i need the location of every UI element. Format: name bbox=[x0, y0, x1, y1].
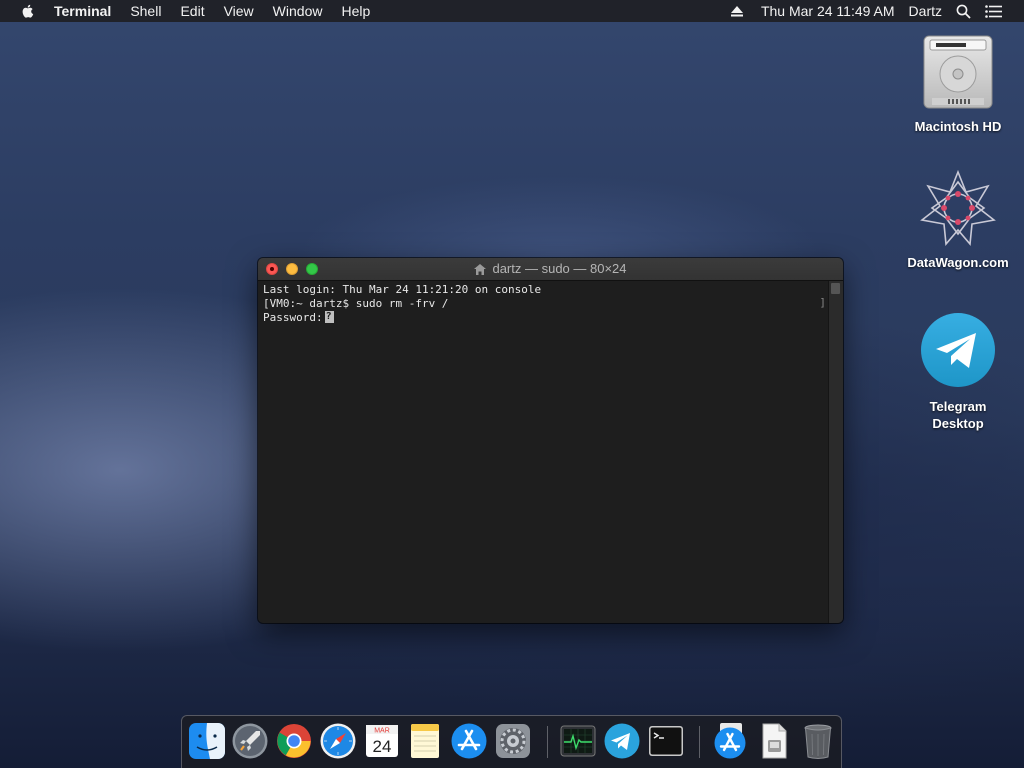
dock-item-telegram[interactable] bbox=[603, 722, 641, 760]
datawagon-icon bbox=[918, 168, 998, 248]
activity-monitor-icon bbox=[560, 725, 596, 757]
apple-logo-icon[interactable] bbox=[20, 3, 36, 19]
finder-icon bbox=[189, 723, 225, 759]
app-store-icon bbox=[714, 723, 746, 759]
svg-text:24: 24 bbox=[373, 737, 392, 756]
dock-separator bbox=[547, 726, 548, 758]
hard-drive-icon bbox=[918, 32, 998, 112]
password-prompt: Password: bbox=[263, 311, 323, 324]
terminal-titlebar[interactable]: dartz — sudo — 80×24 bbox=[258, 258, 843, 281]
line-bracket-mark: ] bbox=[819, 296, 826, 309]
notes-icon bbox=[411, 724, 439, 758]
menu-bar: Terminal Shell Edit View Window Help Thu… bbox=[0, 0, 1024, 22]
desktop-icon-telegram-desktop[interactable]: Telegram Desktop bbox=[898, 310, 1018, 432]
trash-icon bbox=[804, 724, 832, 759]
menu-shell[interactable]: Shell bbox=[130, 0, 161, 22]
dock-item-trash[interactable] bbox=[799, 722, 837, 760]
terminal-title-text: dartz — sudo — 80×24 bbox=[492, 261, 627, 276]
dock-item-launchpad[interactable] bbox=[231, 722, 269, 760]
desktop-icon-macintosh-hd[interactable]: Macintosh HD bbox=[898, 32, 1018, 135]
terminal-line: [VM0:~ dartz$ sudo rm -frv / bbox=[263, 297, 449, 310]
terminal-cursor bbox=[324, 310, 334, 324]
launchpad-icon bbox=[232, 723, 268, 759]
notification-center-icon[interactable] bbox=[985, 4, 1002, 18]
telegram-icon bbox=[918, 310, 998, 390]
terminal-icon bbox=[649, 726, 683, 756]
home-folder-icon bbox=[474, 260, 487, 282]
dock-item-notes[interactable] bbox=[406, 722, 444, 760]
menu-view[interactable]: View bbox=[224, 0, 254, 22]
dock-separator bbox=[699, 726, 700, 758]
terminal-line: Password: bbox=[263, 310, 824, 325]
spotlight-search-icon[interactable] bbox=[956, 4, 971, 19]
dock-item-chrome[interactable] bbox=[275, 722, 313, 760]
desktop-icon-datawagon[interactable]: DataWagon.com bbox=[898, 168, 1018, 271]
terminal-output[interactable]: Last login: Thu Mar 24 11:21:20 on conso… bbox=[258, 281, 829, 623]
svg-text:MAR: MAR bbox=[374, 728, 390, 735]
dock: MAR 24 bbox=[181, 715, 842, 768]
menu-window[interactable]: Window bbox=[273, 0, 323, 22]
dock-item-downloads-app-store[interactable] bbox=[711, 722, 749, 760]
dock-item-safari[interactable] bbox=[319, 722, 357, 760]
menu-user[interactable]: Dartz bbox=[909, 3, 942, 19]
scrollbar-split-button[interactable] bbox=[831, 283, 840, 294]
terminal-scrollbar[interactable] bbox=[828, 281, 843, 623]
dock-item-activity-monitor[interactable] bbox=[559, 722, 597, 760]
dock-item-system-preferences[interactable] bbox=[494, 722, 532, 760]
eject-icon[interactable] bbox=[730, 5, 743, 17]
desktop[interactable]: Terminal Shell Edit View Window Help Thu… bbox=[0, 0, 1024, 768]
menu-help[interactable]: Help bbox=[341, 0, 370, 22]
terminal-line: Last login: Thu Mar 24 11:21:20 on conso… bbox=[263, 283, 542, 296]
safari-icon bbox=[320, 723, 356, 759]
document-icon bbox=[762, 723, 787, 759]
telegram-icon bbox=[604, 723, 640, 759]
dock-item-document[interactable] bbox=[755, 722, 793, 760]
system-preferences-icon bbox=[496, 724, 530, 758]
dock-item-finder[interactable] bbox=[188, 722, 226, 760]
desktop-icon-label: DataWagon.com bbox=[907, 255, 1009, 270]
terminal-title: dartz — sudo — 80×24 bbox=[258, 258, 843, 282]
desktop-icon-label: Telegram Desktop bbox=[929, 399, 987, 431]
menu-clock[interactable]: Thu Mar 24 11:49 AM bbox=[761, 3, 895, 19]
app-store-icon bbox=[451, 723, 487, 759]
chrome-icon bbox=[277, 724, 311, 758]
menu-edit[interactable]: Edit bbox=[180, 0, 204, 22]
terminal-window[interactable]: dartz — sudo — 80×24 Last login: Thu Mar… bbox=[258, 258, 843, 623]
dock-item-terminal[interactable] bbox=[647, 722, 685, 760]
menu-app-terminal[interactable]: Terminal bbox=[54, 0, 111, 22]
calendar-icon: MAR 24 bbox=[366, 725, 398, 757]
desktop-icon-label: Macintosh HD bbox=[914, 119, 1002, 134]
dock-item-app-store[interactable] bbox=[450, 722, 488, 760]
dock-item-calendar[interactable]: MAR 24 bbox=[363, 722, 401, 760]
